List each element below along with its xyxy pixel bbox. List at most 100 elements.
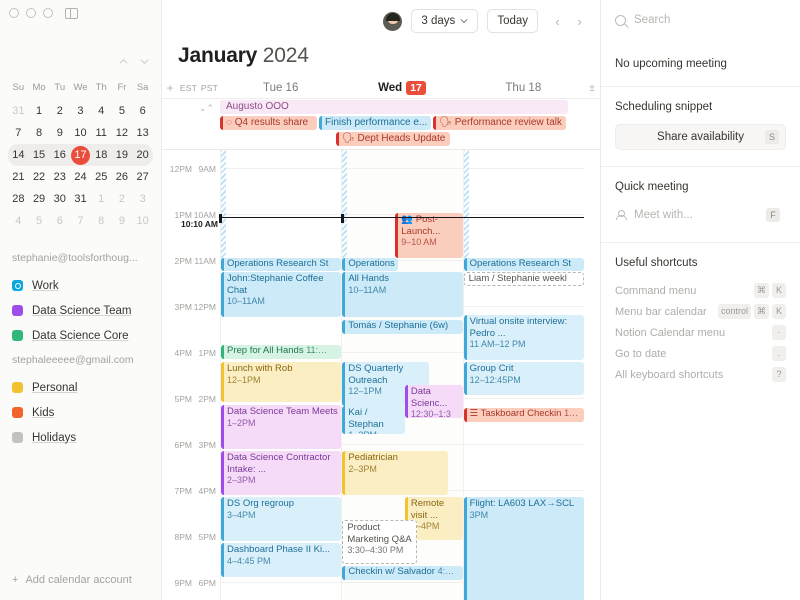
mini-calendar-cell[interactable]: 9 (49, 122, 70, 144)
mini-calendar-cell[interactable]: 25 (91, 166, 112, 188)
mini-calendar-day[interactable]: 28 (9, 190, 28, 209)
all-day-event[interactable]: 🗣 Performance review talk (433, 116, 566, 130)
mini-calendar-cell[interactable]: 31 (70, 188, 91, 210)
mini-calendar-cell[interactable]: 9 (112, 210, 133, 232)
shortcut-row[interactable]: Go to date . (615, 343, 786, 364)
calendar-color-swatch[interactable] (12, 305, 23, 316)
mini-calendar-cell[interactable]: 24 (70, 166, 91, 188)
prev-period-button[interactable]: ‹ (549, 11, 566, 31)
meet-with-input[interactable]: Meet with... (634, 209, 693, 221)
mini-calendar-cell[interactable]: 7 (8, 122, 29, 144)
search-input[interactable]: Search (634, 14, 670, 26)
event-flight-la603[interactable]: Flight: LA603 LAX→SCL 3PM (463, 497, 584, 600)
mini-calendar-day[interactable]: 23 (50, 168, 69, 187)
event-virtual-onsite-interview-pedro[interactable]: Virtual onsite interview: Pedro ... 11 A… (463, 315, 584, 360)
event-data-science-team-meets[interactable]: Data Science Team Meets 1–2PM (221, 405, 342, 449)
calendar-color-swatch[interactable] (12, 330, 23, 341)
meet-with-row[interactable]: Meet with... F (615, 204, 786, 226)
mini-calendar-cell[interactable]: 18 (90, 144, 112, 166)
mini-calendar-cell[interactable]: 27 (132, 166, 153, 188)
mini-calendar-day[interactable]: 5 (112, 102, 131, 121)
mini-calendar-day[interactable]: 6 (133, 102, 152, 121)
mini-calendar-day[interactable]: 4 (92, 102, 111, 121)
calendar-color-swatch[interactable] (12, 280, 23, 291)
event-ds-org-regroup[interactable]: DS Org regroup 3–4PM (221, 497, 342, 541)
mini-calendar-day[interactable]: 18 (92, 146, 111, 165)
mini-calendar-day[interactable]: 13 (133, 124, 152, 143)
close-icon[interactable] (9, 8, 19, 18)
mini-calendar-day[interactable]: 5 (30, 212, 49, 231)
all-day-event[interactable]: Finish performance e... (318, 116, 432, 130)
calendar-item-data-science-core[interactable]: Data Science Core (12, 323, 149, 348)
search-bar[interactable]: Search (601, 0, 800, 40)
mini-calendar-cell[interactable]: 26 (112, 166, 133, 188)
mini-calendar-day[interactable]: 31 (9, 102, 28, 121)
mini-calendar-cell[interactable]: 19 (111, 144, 133, 166)
collapse-icon[interactable]: ⌄⌃ (199, 103, 214, 114)
mini-calendar-day[interactable]: 3 (133, 190, 152, 209)
mini-calendar-cell[interactable]: 12 (112, 122, 133, 144)
day-header[interactable]: Wed 17 (341, 81, 462, 95)
shortcut-row[interactable]: Command menu ⌘ K (615, 280, 786, 301)
sidebar-toggle-icon[interactable] (65, 7, 78, 19)
all-day-event[interactable]: ◌ Q4 results share (220, 116, 317, 130)
event-pediatrician[interactable]: Pediatrician 2–3PM (342, 451, 449, 495)
mini-calendar-day[interactable]: 26 (112, 168, 131, 187)
mini-calendar-day[interactable]: 9 (112, 212, 131, 231)
mini-calendar-cell[interactable]: 31 (8, 100, 29, 122)
mini-calendar-day[interactable]: 12 (112, 124, 131, 143)
event-post-launch-meeting[interactable]: 👥 Post-Launch... 9–10 AM (395, 213, 463, 258)
mini-calendar-cell[interactable]: 6 (132, 100, 153, 122)
mini-calendar-day[interactable]: 2 (50, 102, 69, 121)
minimize-icon[interactable] (26, 8, 36, 18)
event-checkin-with-salvador[interactable]: Checkin w/ Salvador 4:… (342, 566, 463, 580)
mini-calendar-day[interactable]: 8 (92, 212, 111, 231)
calendar-color-swatch[interactable] (12, 432, 23, 443)
mini-calendar-day[interactable]: 25 (92, 168, 111, 187)
mini-calendar-cell[interactable]: 3 (132, 188, 153, 210)
mini-calendar-day[interactable]: 30 (50, 190, 69, 209)
mini-calendar-day[interactable]: 9 (50, 124, 69, 143)
mini-calendar-day[interactable]: 10 (71, 124, 90, 143)
event-prep-for-all-hands[interactable]: Prep for All Hands 11:… (221, 345, 342, 359)
mini-calendar-day[interactable]: 2 (112, 190, 131, 209)
mini-calendar-day[interactable]: 29 (30, 190, 49, 209)
event-operations-research-standup[interactable]: Operations Research St (221, 258, 342, 271)
mini-calendar-cell[interactable]: 30 (49, 188, 70, 210)
calendar-color-swatch[interactable] (12, 407, 23, 418)
mini-calendar-cell[interactable]: 7 (70, 210, 91, 232)
add-calendar-account-button[interactable]: + Add calendar account (0, 564, 161, 600)
mini-calendar-day[interactable]: 14 (9, 146, 28, 165)
view-selector-button[interactable]: 3 days (411, 9, 479, 33)
share-availability-button[interactable]: Share availability S (615, 124, 786, 150)
mini-calendar-cell[interactable]: 13 (132, 122, 153, 144)
mini-calendar-cell[interactable]: 10 (132, 210, 153, 232)
mini-calendar-cell[interactable]: 23 (49, 166, 70, 188)
add-timezone-button[interactable]: + (162, 81, 178, 95)
event-group-crit[interactable]: Group Crit 12–12:45PM (463, 362, 584, 395)
mini-calendar-day[interactable]: 7 (71, 212, 90, 231)
expand-header-button[interactable]: ± (584, 82, 600, 94)
mini-calendar-day[interactable]: 17 (70, 145, 90, 165)
event-data-science-contractor-intake[interactable]: Data Science Contractor Intake: ... 2–3P… (221, 451, 342, 495)
mini-calendar-cell[interactable]: 15 (28, 144, 50, 166)
event-product-marketing-qa[interactable]: Product Marketing Q&A 3:30–4:30 PM (342, 520, 417, 564)
mini-calendar-day[interactable]: 7 (9, 124, 28, 143)
avatar[interactable] (383, 11, 403, 31)
calendar-color-swatch[interactable] (12, 382, 23, 393)
event-tomas-stephanie-6w[interactable]: Tomás / Stephanie (6w) (342, 320, 463, 334)
mini-calendar-day[interactable]: 31 (71, 190, 90, 209)
mini-calendar-day[interactable]: 20 (133, 146, 152, 165)
mini-calendar-cell[interactable]: 1 (91, 188, 112, 210)
mini-calendar-day[interactable]: 21 (9, 168, 28, 187)
mini-calendar-cell[interactable]: 21 (8, 166, 29, 188)
mini-calendar-day[interactable]: 24 (71, 168, 90, 187)
today-button[interactable]: Today (487, 9, 538, 33)
shortcut-row[interactable]: Notion Calendar menu · (615, 322, 786, 343)
chevron-down-icon[interactable] (140, 57, 149, 66)
all-day-event[interactable]: 🗣 Dept Heads Update (336, 132, 450, 146)
mini-calendar-day[interactable]: 1 (92, 190, 111, 209)
mini-calendar-day[interactable]: 6 (50, 212, 69, 231)
mini-calendar-day[interactable]: 27 (133, 168, 152, 187)
mini-calendar-day[interactable]: 22 (30, 168, 49, 187)
